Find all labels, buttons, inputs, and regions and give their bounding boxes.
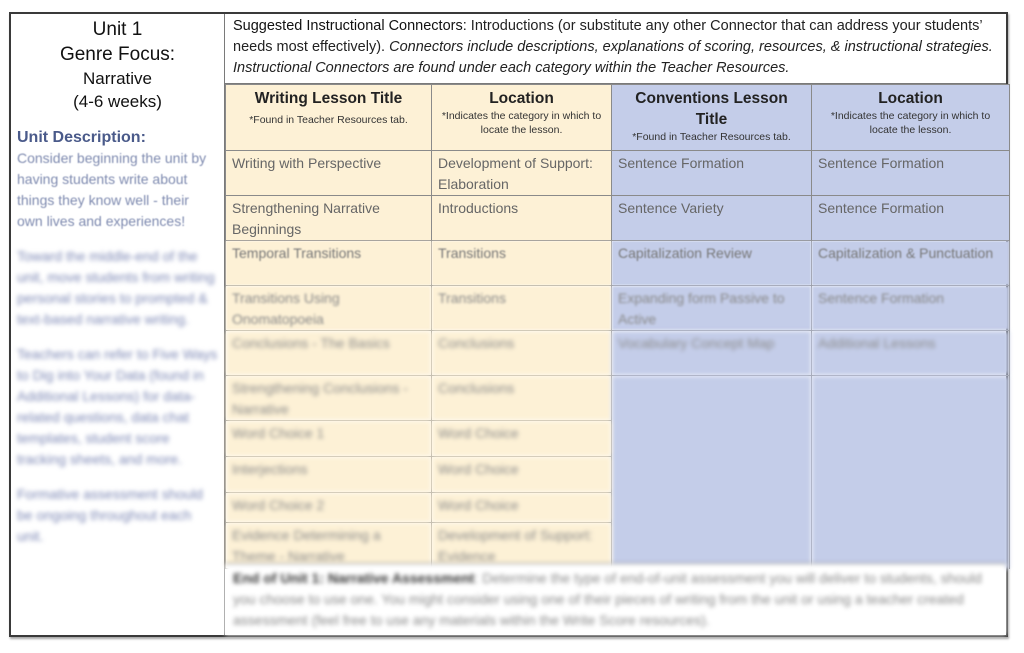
conventions-lesson-location: Capitalization & Punctuation (811, 240, 1010, 286)
writing-lesson-title: Word Choice 1 (225, 420, 432, 457)
header-conventions-location: Location *Indicates the category in whic… (811, 84, 1010, 151)
header-writing-title: Writing Lesson Title *Found in Teacher R… (225, 84, 432, 151)
conventions-lesson-location: Additional Lessons (811, 330, 1010, 376)
unit-plan-page: Unit 1 Genre Focus: Narrative (4-6 weeks… (9, 12, 1010, 637)
conventions-lesson-title: Expanding form Passive to Active (611, 285, 812, 331)
header-note: *Found in Teacher Resources tab. (249, 114, 408, 126)
conventions-lesson-location: Sentence Formation (811, 195, 1010, 241)
conventions-lesson-title: Sentence Formation (611, 150, 812, 196)
writing-lesson-location: Word Choice (431, 456, 612, 493)
unit-description-paragraph: Teachers can refer to Five Ways to Dig i… (17, 346, 218, 467)
header-conventions-title: Conventions Lesson Title *Found in Teach… (611, 84, 812, 151)
writing-lesson-title: Writing with Perspective (225, 150, 432, 196)
connectors-label: Suggested Instructional Connectors (233, 18, 463, 34)
writing-lesson-title: Strengthening Conclusions - Narrative (225, 375, 432, 421)
end-of-unit-assessment: End of Unit 1: Narrative Assessment: Det… (225, 563, 1006, 635)
table-row: Writing with Perspective Development of … (225, 150, 1010, 196)
header-label: Location (489, 90, 554, 107)
writing-lesson-location: Conclusions (431, 375, 612, 421)
writing-lesson-location: Word Choice (431, 492, 612, 523)
unit-description-paragraph: Consider beginning the unit by having st… (17, 150, 207, 229)
writing-lesson-location: Transitions (431, 240, 612, 286)
assessment-label: End of Unit 1: Narrative Assessment (233, 570, 475, 586)
table-header-row: Writing Lesson Title *Found in Teacher R… (225, 84, 1010, 151)
unit-header: Unit 1 Genre Focus: Narrative (4-6 weeks… (17, 18, 218, 114)
writing-lesson-title: Strengthening Narrative Beginnings (225, 195, 432, 241)
conventions-lesson-title: Sentence Variety (611, 195, 812, 241)
unit-title: Unit 1 (92, 19, 143, 40)
table-row: Transitions Using Onomatopoeia Transitio… (225, 285, 1010, 331)
header-note: *Indicates the category in which to loca… (830, 110, 991, 136)
writing-lesson-location: Transitions (431, 285, 612, 331)
table-row: Temporal Transitions Transitions Capital… (225, 240, 1010, 286)
header-label: Location (878, 90, 943, 107)
instructional-connectors: Suggested Instructional Connectors: Intr… (225, 14, 1006, 84)
writing-lesson-title: Word Choice 2 (225, 492, 432, 523)
unit-sidebar: Unit 1 Genre Focus: Narrative (4-6 weeks… (11, 14, 225, 635)
conventions-empty-cell (811, 375, 1010, 569)
writing-lesson-location: Development of Support: Elaboration (431, 150, 612, 196)
unit-description-paragraph: Toward the middle-end of the unit, move … (17, 248, 215, 327)
writing-lesson-title: Interjections (225, 456, 432, 493)
header-label: Writing Lesson Title (254, 90, 403, 107)
unit-main: Suggested Instructional Connectors: Intr… (225, 14, 1010, 635)
table-row: Conclusions - The Basics Conclusions Voc… (225, 330, 1010, 376)
unit-description-label: Unit Description: (17, 129, 146, 146)
conventions-lesson-title: Vocabulary Concept Map (611, 330, 812, 376)
conventions-lesson-location: Sentence Formation (811, 285, 1010, 331)
header-note: *Indicates the category in which to loca… (441, 110, 602, 136)
header-writing-location: Location *Indicates the category in whic… (431, 84, 612, 151)
conventions-lesson-title: Capitalization Review (611, 240, 812, 286)
lessons-table: Writing Lesson Title *Found in Teacher R… (225, 84, 1010, 569)
writing-lesson-title: Transitions Using Onomatopoeia (225, 285, 432, 331)
conventions-lesson-location: Sentence Formation (811, 150, 1010, 196)
writing-lesson-title: Evidence Determining a Theme - Narrative (225, 522, 432, 569)
table-row: Strengthening Narrative Beginnings Intro… (225, 195, 1010, 241)
writing-lesson-location: Introductions (431, 195, 612, 241)
conventions-empty-cell (611, 375, 812, 569)
writing-lesson-location: Word Choice (431, 420, 612, 457)
header-note: *Found in Teacher Resources tab. (632, 131, 791, 143)
table-row: Strengthening Conclusions - Narrative Co… (225, 375, 1010, 569)
genre-focus-label: Genre Focus: (59, 44, 176, 65)
unit-duration: (4-6 weeks) (73, 92, 162, 111)
writing-lesson-location: Conclusions (431, 330, 612, 376)
genre-name: Narrative (83, 69, 152, 88)
writing-lesson-location: Development of Support: Evidence (431, 522, 612, 569)
unit-description-paragraph: Formative assessment should be ongoing t… (17, 486, 203, 544)
writing-lesson-title: Conclusions - The Basics (225, 330, 432, 376)
writing-lesson-title: Temporal Transitions (225, 240, 432, 286)
header-label: Conventions Lesson Title (635, 90, 788, 128)
